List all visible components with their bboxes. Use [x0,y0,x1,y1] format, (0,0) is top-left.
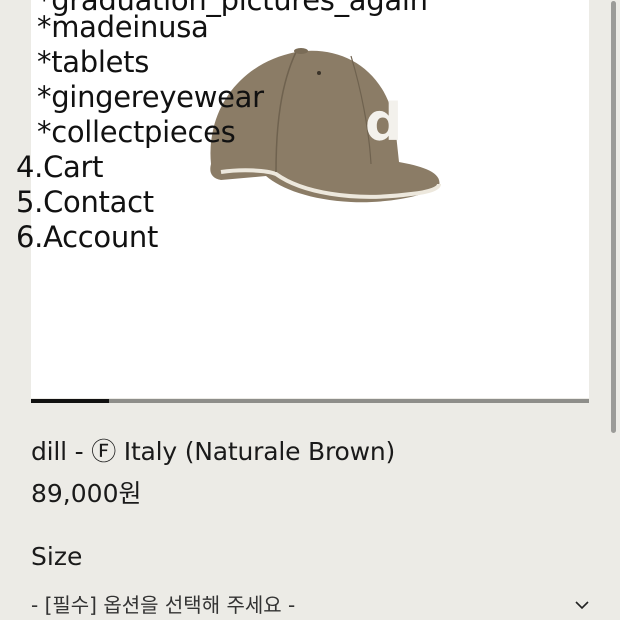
nav-sub-item-gingereyewear[interactable]: *gingereyewear [37,80,264,115]
nav-item-contact[interactable]: 5.Contact [16,185,154,220]
scrollbar-thumb[interactable] [611,1,616,433]
product-price: 89,000원 [31,479,142,508]
site-navigation: *graduation_pictures_again *madeinusa *t… [0,0,428,260]
product-name: dill - Ⓕ Italy (Naturale Brown) [31,437,396,466]
nav-item-account[interactable]: 6.Account [16,220,158,255]
gallery-progress-fill [31,399,109,403]
nav-sub-item-tablets[interactable]: *tablets [37,45,149,80]
size-select[interactable]: - [필수] 옵션을 선택해 주세요 - [31,590,591,620]
nav-item-cart[interactable]: 4.Cart [16,150,103,185]
scrollbar[interactable] [610,0,616,620]
size-select-value: - [필수] 옵션을 선택해 주세요 - [31,593,296,617]
nav-sub-item-collectpieces[interactable]: *collectpieces [37,115,236,150]
chevron-down-icon [575,601,589,610]
gallery-progress-bar[interactable] [31,399,589,403]
nav-sub-item-madeinusa[interactable]: *madeinusa [37,10,209,45]
size-label: Size [31,542,83,571]
